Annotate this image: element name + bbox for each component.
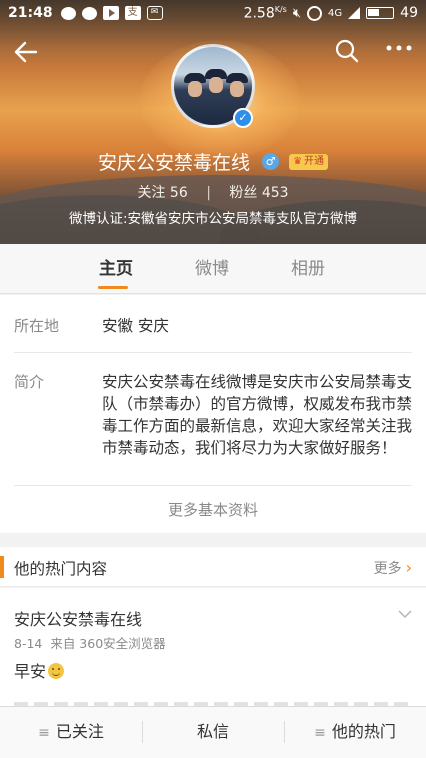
bottom-action-bar: ≡ 已关注 私信 ≡ 他的热门 — [0, 706, 426, 758]
tab-album[interactable]: 相册 — [260, 244, 356, 293]
next-post-preview — [0, 693, 426, 707]
post-source: 来自 360安全浏览器 — [50, 636, 166, 651]
verification-text: 微博认证:安徽省安庆市公安局禁毒支队官方微博 — [68, 211, 358, 227]
post-card[interactable]: 安庆公安禁毒在线 8-14 来自 360安全浏览器 早安 — [0, 588, 426, 693]
smile-emoji-icon — [48, 663, 65, 679]
follow-stats: 关注 56 | 粉丝 453 — [137, 185, 289, 201]
battery-percent: 49 — [400, 5, 418, 21]
location-value: 安徽 安庆 — [102, 317, 169, 335]
intro-value: 安庆公安禁毒在线微博是安庆市公安局禁毒支队（市禁毒办）的官方微博，权威发布我市禁… — [102, 373, 413, 457]
network-speed: 2.58K/s — [243, 4, 287, 22]
followed-button[interactable]: ≡ 已关注 — [0, 707, 142, 758]
intro-label: 简介 — [14, 373, 45, 391]
more-options-icon[interactable] — [384, 38, 414, 64]
alipay-icon: 支 — [124, 6, 141, 20]
status-bar: 21:48 支 ✉ 2.58K/s 🔇︎ 4G 49 — [0, 0, 426, 26]
post-text: 早安 — [14, 658, 65, 682]
vip-open-badge[interactable]: ♛ 开通 — [289, 153, 329, 170]
fans-stat[interactable]: 粉丝 453 — [229, 185, 288, 201]
profile-name-row: 安庆公安禁毒在线 ♂ ♛ 开通 — [0, 148, 426, 175]
following-stat[interactable]: 关注 56 — [137, 185, 187, 201]
chevron-down-icon[interactable] — [398, 606, 412, 620]
mute-icon: 🔇︎ — [292, 5, 302, 21]
video-play-icon — [102, 6, 119, 20]
hot-content-title: 他的热门内容 — [14, 560, 108, 578]
signal-icon — [348, 7, 361, 19]
tab-weibo[interactable]: 微博 — [164, 244, 260, 293]
status-time: 21:48 — [8, 5, 53, 21]
chat-bubble-icon — [60, 6, 76, 20]
more-info-link[interactable]: 更多基本资料 — [0, 499, 426, 520]
back-arrow-icon[interactable] — [12, 38, 42, 68]
profile-page: 21:48 支 ✉ 2.58K/s 🔇︎ 4G 49 ✓ 安庆公安禁毒在线 ♂ … — [0, 0, 426, 758]
post-meta: 8-14 来自 360安全浏览器 — [14, 633, 166, 652]
hot-more-link[interactable]: 更多 › — [374, 558, 412, 578]
battery-fill — [368, 9, 380, 16]
chevron-right-icon: › — [405, 558, 412, 577]
verified-badge-icon: ✓ — [233, 108, 253, 128]
chat-bubble-icon — [81, 6, 97, 20]
location-label: 所在地 — [14, 317, 60, 335]
section-accent-bar — [0, 556, 4, 578]
network-type: 4G — [328, 7, 343, 19]
message-button[interactable]: 私信 — [142, 707, 284, 758]
profile-name: 安庆公安禁毒在线 — [97, 152, 250, 174]
tab-active-indicator — [98, 286, 128, 289]
crown-icon: ♛ — [293, 155, 303, 167]
post-author[interactable]: 安庆公安禁毒在线 — [14, 606, 142, 630]
hot-content-header: 他的热门内容 更多 › — [0, 547, 426, 587]
his-hot-button[interactable]: ≡ 他的热门 — [284, 707, 426, 758]
post-date: 8-14 — [14, 636, 43, 651]
profile-tabs: 主页 微博 相册 — [0, 244, 426, 294]
tab-home[interactable]: 主页 — [68, 244, 164, 293]
search-icon[interactable] — [334, 38, 360, 64]
male-gender-icon: ♂ — [262, 153, 280, 170]
menu-icon: ≡ — [314, 725, 326, 741]
menu-icon: ≡ — [38, 725, 50, 741]
image-message-icon: ✉ — [146, 6, 163, 20]
basic-info-card: 所在地 安徽 安庆 简介 安庆公安禁毒在线微博是安庆市公安局禁毒支队（市禁毒办）… — [0, 295, 426, 533]
battery-icon — [366, 7, 395, 19]
alarm-icon — [307, 5, 323, 21]
